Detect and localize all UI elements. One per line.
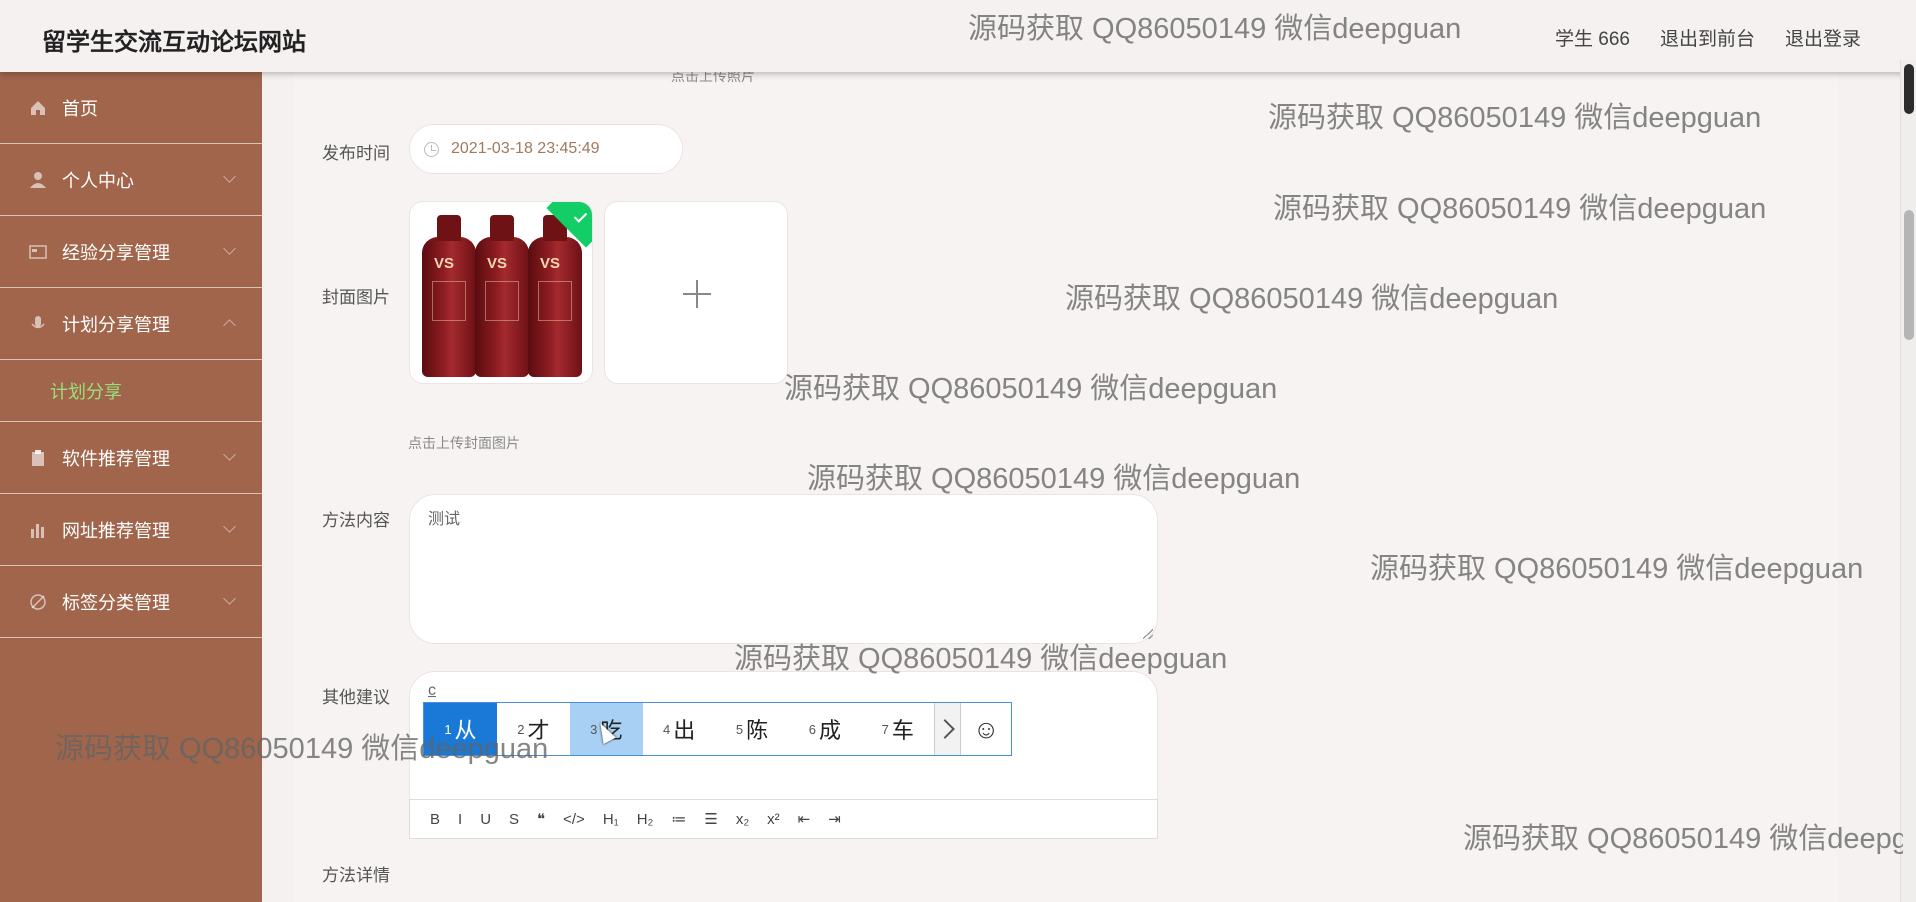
bar-chart-icon	[28, 520, 48, 540]
sidebar-item-label: 网址推荐管理	[62, 520, 170, 541]
header-actions: 学生 666 退出到前台 退出登录	[1555, 24, 1861, 51]
h2-button[interactable]: H₂	[637, 811, 654, 828]
publish-time-value: 2021-03-18 23:45:49	[451, 140, 600, 157]
cover-image-thumbnail[interactable]: VS VS VS	[409, 201, 593, 384]
resize-grip-icon[interactable]	[1143, 629, 1153, 639]
quote-button[interactable]: ❝	[537, 810, 545, 828]
sidebar-item-label: 经验分享管理	[62, 242, 170, 263]
cover-image-label: 封面图片	[322, 288, 390, 307]
other-suggestions-label: 其他建议	[322, 688, 390, 707]
cover-upload-hint: 点击上传封面图片	[408, 435, 520, 451]
tag-icon	[28, 592, 48, 612]
code-button[interactable]: </>	[563, 811, 585, 828]
ime-candidate[interactable]: 4出	[643, 703, 716, 755]
current-user: 学生 666	[1554, 29, 1630, 50]
photo-upload-hint: 点击上传照片	[671, 72, 755, 84]
h1-button[interactable]: H₁	[603, 811, 619, 828]
ordered-list-button[interactable]: ≔	[671, 810, 686, 828]
page-scrollbar[interactable]	[1900, 60, 1916, 902]
sidebar-item-label: 计划分享管理	[62, 314, 170, 335]
logout-link[interactable]: 退出登录	[1785, 24, 1861, 51]
chevron-up-icon	[223, 319, 236, 332]
product-image: VS	[528, 215, 582, 377]
sidebar-item-url-recommend[interactable]: 网址推荐管理	[0, 494, 262, 566]
method-content-label: 方法内容	[322, 511, 390, 530]
other-suggestions-value: c	[428, 682, 436, 699]
home-icon	[28, 98, 48, 118]
method-content-textarea[interactable]: 测试	[409, 494, 1158, 644]
sidebar-item-plan-sharing[interactable]: 计划分享管理	[0, 288, 262, 360]
card-icon	[28, 242, 48, 262]
chevron-down-icon	[223, 448, 236, 461]
ime-next-page-icon[interactable]	[934, 703, 962, 755]
ime-candidate[interactable]: 6成	[788, 703, 861, 755]
clipboard-icon	[28, 448, 48, 468]
ime-candidate-bar: 1从 2才 3吃 4出 5陈 6成 7车 ☺	[423, 702, 1012, 756]
chevron-down-icon	[223, 170, 236, 183]
clock-icon	[424, 141, 439, 157]
publish-time-input[interactable]: 2021-03-18 23:45:49	[409, 124, 683, 174]
sidebar-item-home[interactable]: 首页	[0, 72, 262, 144]
sidebar-subitem-plan-share[interactable]: 计划分享	[0, 360, 262, 422]
bullet-list-button[interactable]: ☰	[704, 810, 717, 828]
app-title: 留学生交流互动论坛网站	[42, 29, 306, 56]
superscript-button[interactable]: x²	[767, 811, 780, 828]
italic-button[interactable]: I	[458, 811, 462, 828]
sidebar-item-label: 个人中心	[62, 170, 134, 191]
product-image: VS	[475, 215, 529, 377]
scrollbar-thumb[interactable]	[1904, 210, 1914, 340]
strike-button[interactable]: S	[509, 811, 519, 828]
ime-candidate[interactable]: 2才	[497, 703, 570, 755]
back-to-front-link[interactable]: 退出到前台	[1660, 24, 1755, 51]
sidebar-item-experience-sharing[interactable]: 经验分享管理	[0, 216, 262, 288]
microphone-icon	[28, 314, 48, 334]
indent-button[interactable]: ⇥	[828, 810, 841, 828]
ime-candidate[interactable]: 1从	[424, 703, 497, 755]
user-icon	[28, 170, 48, 190]
sidebar-subitem-label: 计划分享	[50, 381, 122, 402]
sidebar-item-label: 标签分类管理	[62, 592, 170, 613]
chevron-down-icon	[223, 242, 236, 255]
emoji-icon[interactable]: ☺	[961, 703, 1011, 755]
sidebar: 首页 个人中心 经验分享管理 计划分享管理 计划分享 软件推荐管理 网址推荐管理…	[0, 72, 262, 902]
outdent-button[interactable]: ⇤	[798, 810, 811, 828]
ime-candidate[interactable]: 7车	[861, 703, 934, 755]
publish-time-label: 发布时间	[322, 144, 390, 163]
subscript-button[interactable]: x₂	[736, 811, 749, 828]
method-content-value: 测试	[428, 511, 461, 528]
rich-text-toolbar: B I U S ❝ </> H₁ H₂ ≔ ☰ x₂ x² ⇤ ⇥	[409, 799, 1158, 839]
underline-button[interactable]: U	[480, 811, 491, 828]
sidebar-item-tag-category[interactable]: 标签分类管理	[0, 566, 262, 638]
sidebar-item-label: 首页	[62, 98, 98, 119]
bold-button[interactable]: B	[430, 811, 440, 828]
sidebar-item-label: 软件推荐管理	[62, 448, 170, 469]
top-bar: 留学生交流互动论坛网站 学生 666 退出到前台 退出登录	[0, 0, 1916, 72]
sidebar-item-personal-center[interactable]: 个人中心	[0, 144, 262, 216]
ime-candidate[interactable]: 5陈	[716, 703, 789, 755]
chevron-down-icon	[223, 520, 236, 533]
chevron-down-icon	[223, 592, 236, 605]
product-image: VS	[422, 215, 476, 377]
method-details-label: 方法详情	[322, 866, 390, 885]
add-cover-image-button[interactable]	[604, 201, 788, 384]
sidebar-item-software-recommend[interactable]: 软件推荐管理	[0, 422, 262, 494]
